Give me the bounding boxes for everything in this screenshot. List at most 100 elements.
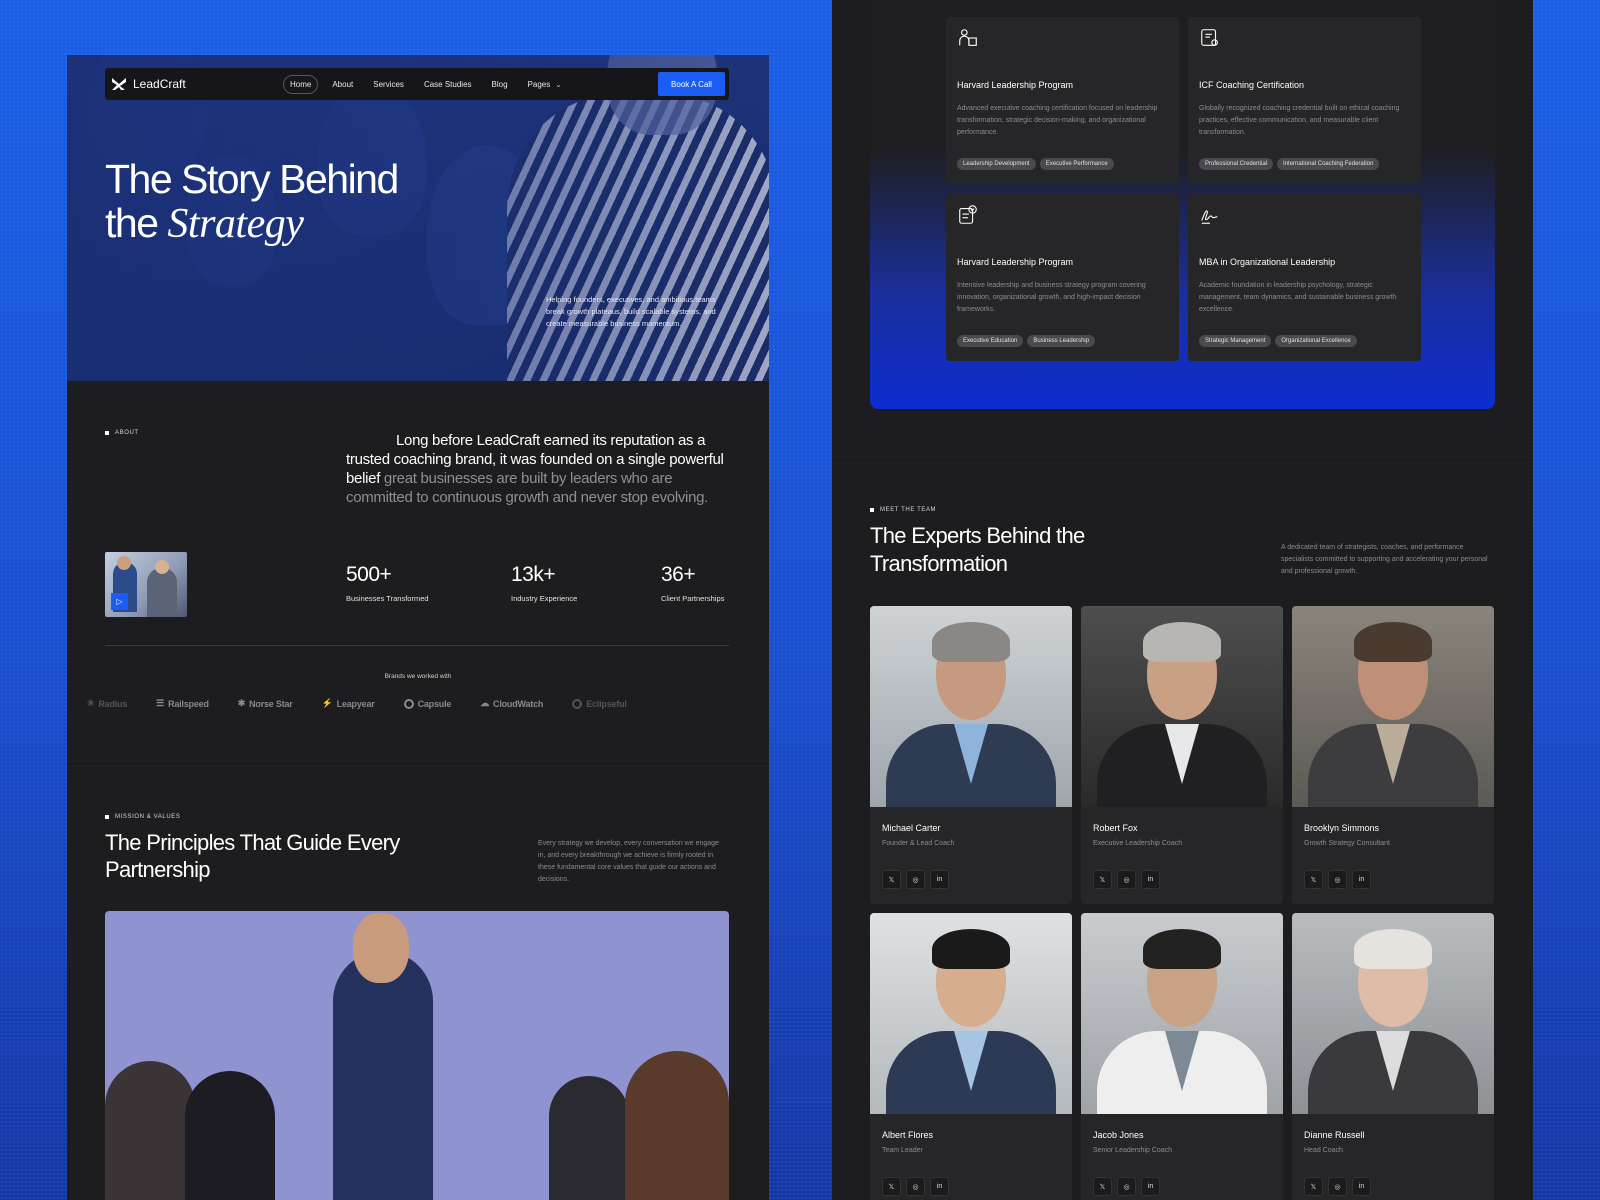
cert-description: Academic foundation in leadership psycho… — [1199, 282, 1397, 313]
leadcraft-logo-icon — [112, 78, 126, 90]
x-icon[interactable]: 𝕏 — [1304, 1177, 1323, 1196]
linkedin-icon[interactable]: in — [930, 870, 949, 889]
team-member-card[interactable]: Robert Fox Executive Leadership Coach 𝕏 … — [1081, 606, 1283, 904]
linkedin-icon[interactable]: in — [930, 1177, 949, 1196]
member-role: Team Leader — [882, 1147, 923, 1154]
brand-logo[interactable]: LeadCraft — [111, 76, 186, 92]
member-name: Dianne Russell — [1304, 1130, 1365, 1140]
tag: Executive Education — [957, 335, 1024, 347]
tag: Strategic Management — [1199, 335, 1272, 347]
cert-title: ICF Coaching Certification — [1199, 80, 1305, 90]
cert-card-1: Harvard Leadership Program Advanced exec… — [946, 17, 1179, 184]
member-socials: 𝕏 ◎ in — [882, 1177, 949, 1196]
team-member-card[interactable]: Jacob Jones Senior Leadership Coach 𝕏 ◎ … — [1081, 913, 1283, 1200]
brand-radius: ✳ Radius — [87, 698, 127, 709]
tag: Executive Performance — [1039, 158, 1114, 170]
member-socials: 𝕏 ◎ in — [1304, 1177, 1371, 1196]
member-name: Michael Carter — [882, 823, 941, 833]
linkedin-icon[interactable]: in — [1141, 870, 1160, 889]
mission-title: The Principles That Guide Every Partners… — [105, 830, 400, 882]
brand-cloudwatch: ☁ CloudWatch — [480, 698, 543, 709]
instagram-icon[interactable]: ◎ — [1117, 870, 1136, 889]
member-role: Head Coach — [1304, 1147, 1343, 1154]
instagram-icon[interactable]: ◎ — [1328, 870, 1347, 889]
section-separator — [67, 763, 769, 764]
member-photo — [1081, 606, 1283, 807]
brand-label: Railspeed — [168, 698, 209, 709]
x-icon[interactable]: 𝕏 — [1093, 870, 1112, 889]
member-role: Growth Strategy Consultant — [1304, 840, 1390, 847]
linkedin-icon[interactable]: in — [1352, 870, 1371, 889]
x-icon[interactable]: 𝕏 — [882, 870, 901, 889]
hero-title-line1: The Story Behind — [105, 156, 399, 202]
stat-value: 36+ — [661, 563, 696, 586]
nav-pages-dropdown[interactable]: Pages ⌄ — [522, 76, 568, 93]
cloudwatch-logo-icon: ☁ — [480, 698, 490, 708]
team-member-card[interactable]: Brooklyn Simmons Growth Strategy Consult… — [1292, 606, 1494, 904]
tag: Business Leadership — [1027, 335, 1096, 347]
member-name: Albert Flores — [882, 1130, 934, 1140]
section-separator — [832, 459, 1533, 460]
instagram-icon[interactable]: ◎ — [1328, 1177, 1347, 1196]
nav-links: Home About Services Case Studies Blog Pa… — [283, 75, 567, 94]
x-icon[interactable]: 𝕏 — [1304, 870, 1323, 889]
member-name: Jacob Jones — [1093, 1130, 1144, 1140]
cert-title: MBA in Organizational Leadership — [1199, 257, 1336, 267]
instagram-icon[interactable]: ◎ — [906, 1177, 925, 1196]
signature-icon — [1201, 210, 1218, 224]
team-member-card[interactable]: Albert Flores Team Leader 𝕏 ◎ in — [870, 913, 1072, 1200]
brand-leapyear: ⚡ Leapyear — [322, 698, 375, 709]
x-icon[interactable]: 𝕏 — [1093, 1177, 1112, 1196]
team-meeting-photo — [105, 911, 729, 1200]
about-text: Long before LeadCraft earned its reputat… — [346, 431, 731, 507]
brand-label: Capsule — [417, 698, 452, 709]
linkedin-icon[interactable]: in — [1141, 1177, 1160, 1196]
cert-tags: Professional Credential International Co… — [1199, 158, 1380, 170]
certifications-section: Harvard Leadership Program Advanced exec… — [870, 0, 1495, 409]
capsule-logo-icon — [403, 698, 414, 709]
team-title: The Experts Behind the Transformation — [870, 523, 1085, 576]
brand-label: Norse Star — [249, 698, 293, 709]
member-socials: 𝕏 ◎ in — [1093, 870, 1160, 889]
member-photo — [1292, 606, 1494, 807]
brand-railspeed: ☰ Railspeed — [156, 698, 209, 709]
hero-section: LeadCraft Home About Services Case Studi… — [67, 55, 769, 381]
member-photo — [1292, 913, 1494, 1114]
about-video-thumbnail[interactable]: ▷ — [105, 552, 187, 617]
about-text-dim: great businesses are built by leaders wh… — [346, 470, 709, 506]
team-member-card[interactable]: Michael Carter Founder & Lead Coach 𝕏 ◎ … — [870, 606, 1072, 904]
hero-title-line2: the Strategy — [105, 201, 398, 246]
nav-blog[interactable]: Blog — [486, 76, 514, 93]
cert-card-4: MBA in Organizational Leadership Academi… — [1188, 194, 1421, 361]
hero-subtitle: Helping founders, executives, and ambiti… — [546, 295, 716, 328]
stat-label: Client Partnerships — [661, 594, 725, 603]
nav-home[interactable]: Home — [283, 75, 319, 94]
leapyear-logo-icon: ⚡ — [321, 698, 333, 708]
left-page-panel: LeadCraft Home About Services Case Studi… — [67, 55, 769, 1200]
brand-norse-star: ✱ Norse Star — [238, 698, 293, 709]
play-icon[interactable]: ▷ — [111, 593, 128, 610]
cert-card-2: ICF Coaching Certification Globally reco… — [1188, 17, 1421, 184]
mission-eyebrow: MISSION & VALUES — [105, 814, 181, 820]
person-board-icon — [959, 29, 977, 46]
member-role: Senior Leadership Coach — [1093, 1147, 1172, 1154]
member-role: Founder & Lead Coach — [882, 840, 955, 847]
radius-logo-icon: ✳ — [87, 698, 95, 708]
brand-label: Eclipseful — [586, 698, 627, 709]
nav-services[interactable]: Services — [367, 76, 410, 93]
team-member-card[interactable]: Dianne Russell Head Coach 𝕏 ◎ in — [1292, 913, 1494, 1200]
linkedin-icon[interactable]: in — [1352, 1177, 1371, 1196]
cert-tags: Leadership Development Executive Perform… — [957, 158, 1114, 170]
nav-pages-label: Pages — [527, 80, 551, 89]
cert-description: Intensive leadership and business strate… — [957, 282, 1146, 313]
book-a-call-button[interactable]: Book A Call — [658, 72, 725, 96]
instagram-icon[interactable]: ◎ — [1117, 1177, 1136, 1196]
stat-businesses: 500+ Businesses Transformed — [346, 563, 429, 603]
norse-star-logo-icon: ✱ — [237, 698, 246, 708]
nav-case-studies[interactable]: Case Studies — [418, 76, 478, 93]
tag: International Coaching Federation — [1277, 158, 1380, 170]
x-icon[interactable]: 𝕏 — [882, 1177, 901, 1196]
instagram-icon[interactable]: ◎ — [906, 870, 925, 889]
cert-description: Globally recognized coaching credential … — [1199, 105, 1400, 136]
nav-about[interactable]: About — [326, 76, 359, 93]
